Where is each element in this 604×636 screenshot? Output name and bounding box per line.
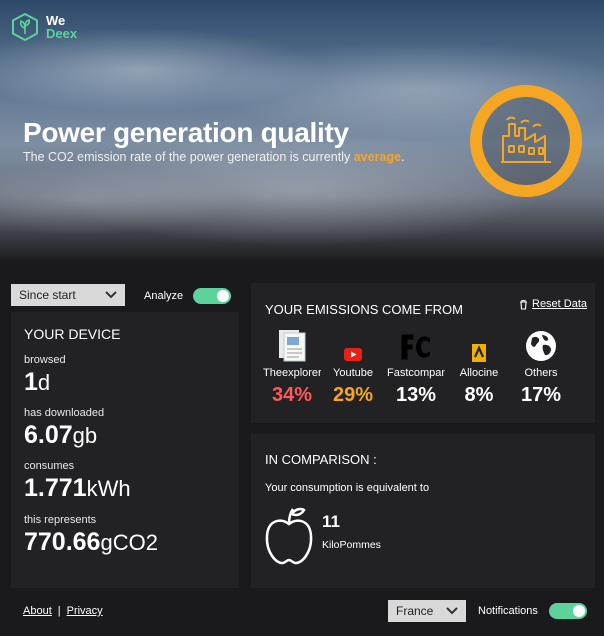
source-name: Allocine [459,367,499,379]
source-item-fastcompany[interactable]: Fastcompany 13% [387,328,445,407]
comparison-value: 11 [322,512,340,531]
chevron-down-icon [105,291,117,299]
downloaded-value: 6.07gb [24,421,97,450]
source-item-theexplorer[interactable]: Theexplorer 34% [263,328,321,407]
footer-separator: | [57,605,61,617]
device-title: YOUR DEVICE [24,326,121,342]
comparison-subtitle: Your consumption is equivalent to [265,482,430,494]
document-icon [279,330,306,362]
consumes-value: 1.771kWh [24,474,131,503]
represents-label: this represents [24,514,97,526]
downloaded-label: has downloaded [24,407,105,419]
footer-links: About | Privacy [23,605,103,617]
hero-subtitle: The CO2 emission rate of the power gener… [23,150,404,164]
source-item-allocine[interactable]: Allocine 8% [450,328,508,407]
browsed-value: 1d [24,368,50,397]
country-select-value: France [396,604,434,618]
source-percent: 13% [395,384,437,406]
analyze-toggle[interactable] [193,288,231,304]
source-name: Others [524,367,558,379]
reset-data-label: Reset Data [532,298,588,310]
hero-subtitle-prefix: The CO2 emission rate of the power gener… [23,150,354,164]
source-item-others[interactable]: Others 17% [512,328,570,407]
browsed-label: browsed [24,354,66,366]
allocine-icon [472,344,486,362]
source-name: Youtube [333,367,373,379]
logo-text-deex: Deex [46,26,78,41]
hero-subtitle-suffix: . [400,150,405,164]
page-title: Power generation quality [23,117,349,148]
quality-badge [470,85,582,197]
notifications-label: Notifications [478,605,538,617]
analyze-label: Analyze [144,290,184,302]
period-select[interactable]: Since start [11,284,125,306]
downloaded-unit: gb [72,423,98,448]
source-percent: 29% [332,384,374,406]
notifications-toggle[interactable] [549,603,587,619]
quality-level: average [353,150,401,164]
source-name: Theexplorer [263,367,321,379]
consumes-label: consumes [24,460,75,472]
emissions-title: YOUR EMISSIONS COME FROM [265,302,463,317]
browsed-unit: d [37,370,51,395]
comparison-title: IN COMPARISON : [265,452,377,467]
period-select-value: Since start [19,288,76,302]
chevron-down-icon [446,607,458,615]
reset-data-link[interactable]: Reset Data [519,298,587,310]
factory-icon [501,116,551,163]
comparison-unit: KiloPommes [322,539,381,551]
leaf-hex-icon [12,12,38,42]
youtube-icon [344,348,362,361]
country-select[interactable]: France [388,600,466,622]
privacy-link[interactable]: Privacy [67,605,103,617]
browsed-number: 1 [24,368,38,396]
fc-logo-icon [399,332,433,362]
trash-icon [520,299,527,310]
source-name: Fastcompany [387,367,445,379]
source-percent: 34% [271,384,313,406]
consumes-number: 1.771 [24,474,87,502]
consumes-unit: kWh [86,476,131,501]
represents-unit: gCO2 [100,530,158,555]
globe-icon [526,331,556,361]
downloaded-number: 6.07 [24,421,73,449]
about-link[interactable]: About [23,605,52,617]
source-percent: 17% [520,384,562,406]
apple-icon [265,507,313,565]
source-item-youtube[interactable]: Youtube 29% [324,328,382,407]
source-percent: 8% [464,384,494,406]
represents-value: 770.66gCO2 [24,528,158,557]
represents-number: 770.66 [24,528,101,556]
app-logo[interactable]: We Deex [10,12,77,42]
